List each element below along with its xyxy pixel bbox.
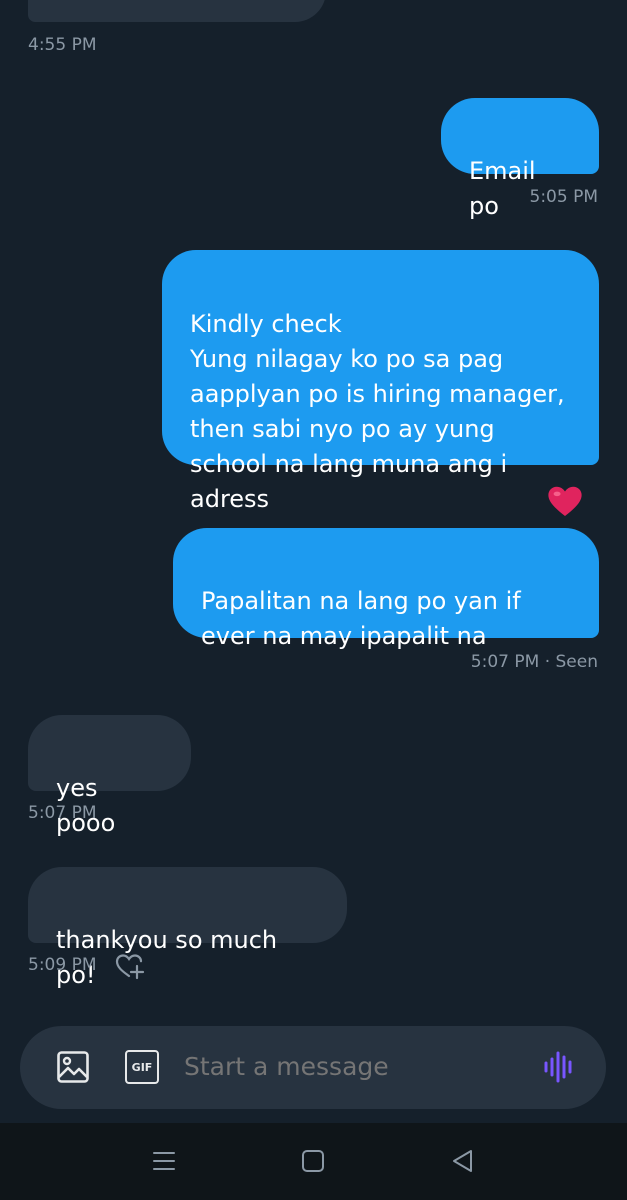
message-timestamp: 4:55 PM	[28, 35, 97, 55]
message-timestamp: 5:07 PM	[28, 803, 97, 823]
back-triangle-icon[interactable]	[449, 1147, 477, 1175]
voice-waveform-icon[interactable]	[542, 1050, 576, 1084]
partial-received-bubble[interactable]	[28, 0, 326, 22]
message-bubble-received[interactable]: thankyou so much po!	[28, 867, 347, 989]
system-navigation-bar	[0, 1123, 627, 1200]
message-bubble-sent[interactable]: Papalitan na lang po yan if ever na may …	[173, 528, 599, 650]
gif-label: GIF	[131, 1060, 153, 1074]
home-square-icon[interactable]	[299, 1147, 327, 1175]
message-text: Kindly check Yung nilagay ko po sa pag a…	[190, 310, 565, 513]
message-text: Email po	[469, 157, 536, 220]
message-bubble-sent[interactable]: Kindly check Yung nilagay ko po sa pag a…	[162, 250, 599, 513]
message-timestamp: 5:09 PM	[28, 955, 97, 975]
message-bubble-received[interactable]: yes pooo	[28, 715, 191, 837]
message-timestamp-seen: 5:07 PM · Seen	[470, 652, 598, 672]
message-text: Papalitan na lang po yan if ever na may …	[201, 587, 521, 650]
gif-icon[interactable]: GIF	[125, 1050, 159, 1084]
message-bubble-sent[interactable]: Email po	[441, 98, 599, 220]
message-timestamp: 5:05 PM	[529, 187, 599, 207]
red-heart-reaction-icon[interactable]	[546, 482, 584, 520]
dm-conversation-screen: 4:55 PM Email po 5:05 PM Kindly check Yu…	[0, 0, 627, 1200]
menu-icon[interactable]	[150, 1147, 178, 1175]
image-icon[interactable]	[56, 1050, 90, 1084]
add-reaction-heart-icon[interactable]	[114, 950, 146, 980]
message-composer: GIF	[20, 1026, 606, 1109]
message-input[interactable]	[184, 1052, 524, 1081]
